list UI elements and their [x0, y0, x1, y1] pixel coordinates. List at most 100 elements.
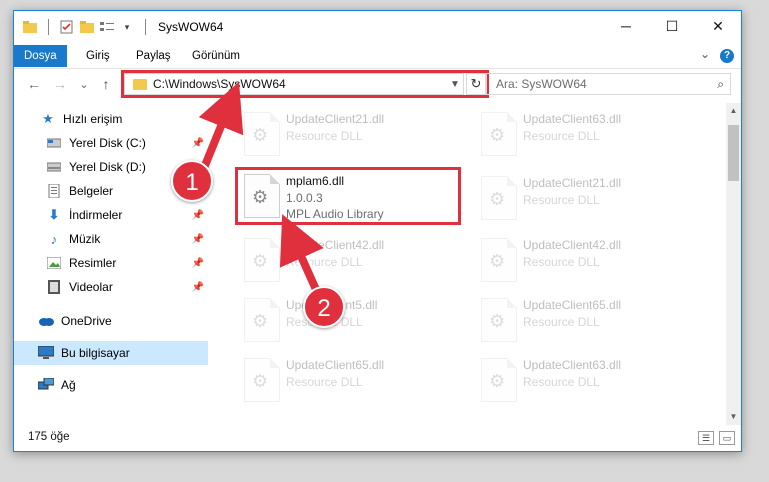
- vertical-scrollbar[interactable]: ▲ ▼: [726, 103, 741, 425]
- dll-file-icon: ⚙: [481, 298, 517, 342]
- dll-file-icon: ⚙: [481, 238, 517, 282]
- status-bar: 175 öğe ☰ ▭: [14, 425, 741, 451]
- sidebar-item-label: Bu bilgisayar: [61, 346, 130, 360]
- videos-icon: [46, 279, 62, 295]
- file-name: UpdateClient42.dll: [286, 238, 385, 252]
- dll-file-icon: ⚙: [244, 298, 280, 342]
- scroll-down-icon[interactable]: ▼: [726, 409, 741, 425]
- dll-file-icon: ⚙: [244, 112, 280, 156]
- file-item[interactable]: ⚙ UpdateClient21.dll Resource DLL: [476, 171, 696, 225]
- file-name: UpdateClient21.dll: [286, 112, 385, 126]
- file-item[interactable]: ⚙ UpdateClient42.dll Resource DLL: [476, 233, 696, 287]
- step-1-badge: 1: [171, 160, 213, 202]
- ribbon-expand-icon[interactable]: ⌄: [700, 47, 710, 61]
- tab-dosya[interactable]: Dosya: [14, 45, 67, 67]
- pin-icon[interactable]: 📌: [192, 138, 204, 149]
- title-bar: ▾ SysWOW64 ─ ☐ ✕: [14, 11, 741, 43]
- search-input[interactable]: Ara: SysWOW64 ⌕: [486, 73, 731, 95]
- pin-icon[interactable]: 📌: [192, 282, 204, 293]
- sidebar-item-quick-access[interactable]: ★ Hızlı erişim: [14, 107, 208, 131]
- properties-icon[interactable]: [59, 19, 75, 35]
- divider: [48, 19, 49, 35]
- dll-file-icon: ⚙: [481, 176, 517, 220]
- sidebar-item-music[interactable]: ♪ Müzik 📌: [14, 227, 208, 251]
- file-item[interactable]: ⚙ UpdateClient65.dll Resource DLL: [239, 353, 459, 407]
- sidebar-item-label: OneDrive: [61, 314, 112, 328]
- tab-paylas[interactable]: Paylaş: [126, 45, 181, 67]
- pin-icon[interactable]: 📌: [192, 258, 204, 269]
- file-type: Resource DLL: [523, 375, 600, 389]
- minimize-button[interactable]: ─: [603, 11, 649, 41]
- window-title: SysWOW64: [158, 20, 224, 34]
- pin-icon[interactable]: 📌: [192, 234, 204, 245]
- file-name: UpdateClient42.dll: [523, 238, 622, 252]
- music-icon: ♪: [50, 231, 58, 247]
- address-highlight-box: [121, 70, 489, 98]
- tab-gorunum[interactable]: Görünüm: [182, 45, 250, 67]
- scroll-thumb[interactable]: [728, 125, 739, 181]
- file-highlight-box: [235, 167, 461, 225]
- tiles-view-icon[interactable]: ▭: [719, 431, 735, 445]
- sidebar-item-network[interactable]: Ağ: [14, 373, 208, 397]
- recent-locations-button[interactable]: ⌄: [74, 74, 94, 94]
- sidebar-item-label: İndirmeler: [69, 208, 123, 222]
- list-view-icon[interactable]: [99, 19, 115, 35]
- back-button[interactable]: ←: [24, 74, 44, 94]
- file-item[interactable]: ⚙ UpdateClient63.dll Resource DLL: [476, 107, 696, 161]
- star-icon: ★: [42, 111, 54, 126]
- file-name: UpdateClient63.dll: [523, 358, 622, 372]
- scroll-up-icon[interactable]: ▲: [726, 103, 741, 119]
- pictures-icon: [46, 255, 62, 271]
- dll-file-icon: ⚙: [481, 358, 517, 402]
- file-item[interactable]: ⚙ UpdateClient21.dll Resource DLL: [239, 107, 459, 161]
- divider: [145, 19, 146, 35]
- new-folder-icon[interactable]: [79, 19, 95, 35]
- computer-icon: [38, 345, 54, 361]
- drive-icon: [46, 135, 62, 151]
- sidebar-item-label: Yerel Disk (C:): [69, 136, 146, 150]
- sidebar-item-label: Videolar: [69, 280, 113, 294]
- file-type: Resource DLL: [523, 193, 600, 207]
- sidebar-item-pictures[interactable]: Resimler 📌: [14, 251, 208, 275]
- file-name: UpdateClient65.dll: [286, 358, 385, 372]
- customize-chevron-icon[interactable]: ▾: [119, 19, 135, 35]
- sidebar-item-label: Müzik: [69, 232, 101, 246]
- sidebar-item-videos[interactable]: Videolar 📌: [14, 275, 208, 299]
- file-type: Resource DLL: [523, 315, 600, 329]
- file-item[interactable]: ⚙ UpdateClient65.dll Resource DLL: [476, 293, 696, 347]
- sidebar-item-onedrive[interactable]: OneDrive: [14, 309, 208, 333]
- forward-button[interactable]: →: [50, 74, 70, 94]
- drive-icon: [46, 159, 62, 175]
- file-type: Resource DLL: [286, 375, 363, 389]
- dll-file-icon: ⚙: [481, 112, 517, 156]
- tab-giris[interactable]: Giriş: [76, 45, 120, 67]
- dll-file-icon: ⚙: [244, 238, 280, 282]
- search-icon: ⌕: [717, 77, 724, 91]
- help-icon[interactable]: ?: [720, 49, 734, 63]
- file-item[interactable]: ⚙ UpdateClient63.dll Resource DLL: [476, 353, 696, 407]
- details-view-icon[interactable]: ☰: [698, 431, 714, 445]
- file-type: Resource DLL: [523, 129, 600, 143]
- documents-icon: [46, 183, 62, 199]
- file-item[interactable]: ⚙ UpdateClient5.dllResource DLL: [239, 293, 459, 347]
- pin-icon[interactable]: 📌: [192, 210, 204, 221]
- sidebar-item-local-disk-c[interactable]: Yerel Disk (C:) 📌: [14, 131, 208, 155]
- maximize-button[interactable]: ☐: [649, 11, 695, 41]
- dll-file-icon: ⚙: [244, 358, 280, 402]
- file-type: Resource DLL: [286, 129, 363, 143]
- sidebar-item-this-pc[interactable]: Bu bilgisayar: [14, 341, 208, 365]
- search-placeholder: Ara: SysWOW64: [496, 77, 587, 91]
- file-explorer-window: ▾ SysWOW64 ─ ☐ ✕ Dosya Giriş Paylaş Görü…: [13, 10, 742, 452]
- file-type: Resource DLL: [523, 255, 600, 269]
- file-list: ⚙ UpdateClient21.dll Resource DLL ⚙ mplam…: [214, 103, 726, 425]
- sidebar-item-downloads[interactable]: ⬇ İndirmeler 📌: [14, 203, 208, 227]
- close-button[interactable]: ✕: [695, 11, 741, 41]
- quick-access-toolbar: ▾: [22, 19, 152, 35]
- up-button[interactable]: ↑: [96, 74, 116, 94]
- sidebar-item-label: Yerel Disk (D:): [69, 160, 146, 174]
- sidebar-item-label: Hızlı erişim: [63, 112, 123, 126]
- file-item[interactable]: ⚙ UpdateClient42.dll Resource DLL: [239, 233, 459, 287]
- onedrive-icon: [38, 313, 54, 329]
- sidebar-item-label: Ağ: [61, 378, 76, 392]
- file-type: Resource DLL: [286, 255, 363, 269]
